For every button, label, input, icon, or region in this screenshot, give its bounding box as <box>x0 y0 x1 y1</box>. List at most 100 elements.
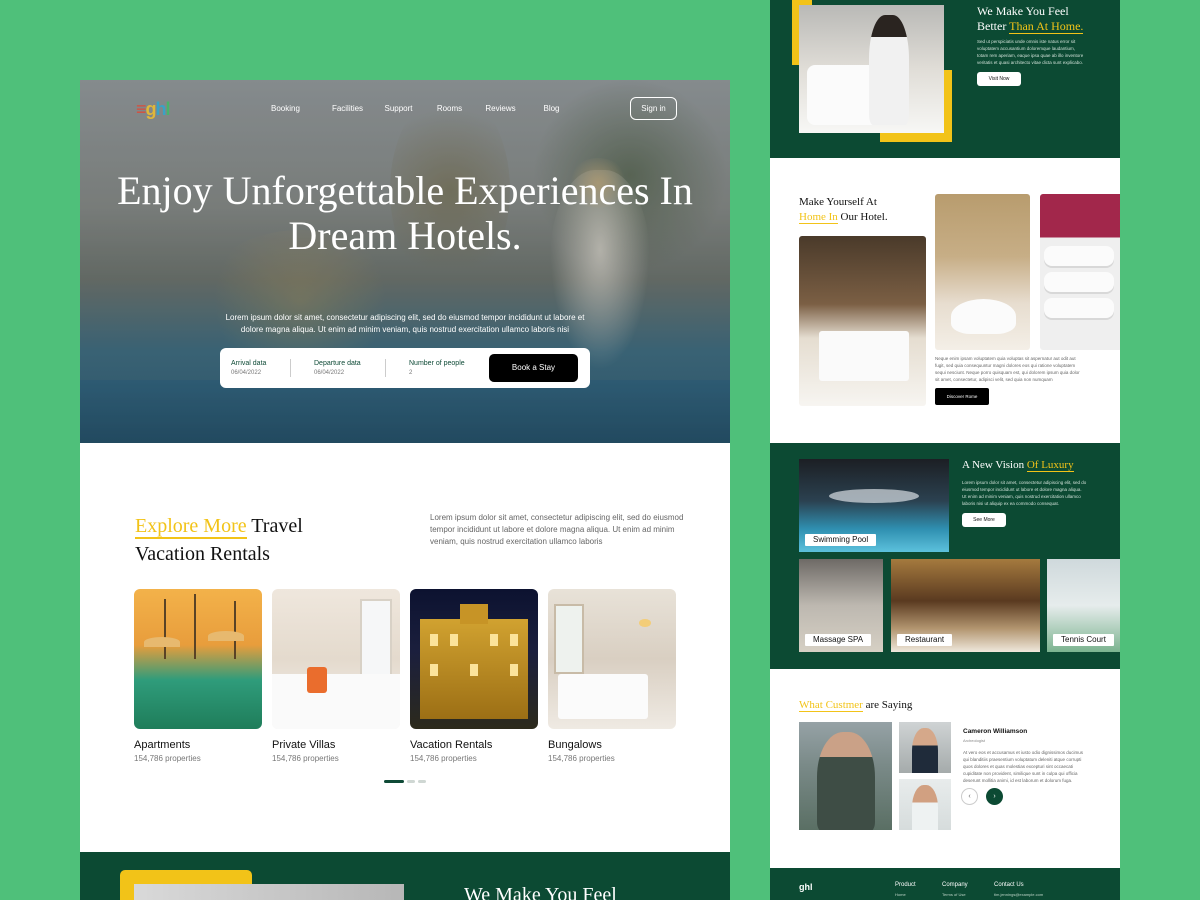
feel-home-title-preview: We Make You Feel <box>464 884 617 900</box>
property-card-vacation-rentals[interactable]: Vacation Rentals 154,786 properties <box>410 589 538 763</box>
property-card-private-villas[interactable]: Private Villas 154,786 properties <box>272 589 400 763</box>
make-home-description: Neque enim ipsam voluptatem quia volupta… <box>935 356 1080 382</box>
book-stay-button[interactable]: Book a Stay <box>489 354 578 382</box>
hero-section: ≡ghl Booking Facilities Support Rooms Re… <box>80 80 730 443</box>
nav-item-booking[interactable]: Booking <box>271 104 300 113</box>
departure-value: 06/04/2022 <box>314 370 345 376</box>
carousel-dot[interactable] <box>407 780 415 783</box>
make-home-title-line1: Make Yourself At <box>799 196 877 208</box>
carousel-dot[interactable] <box>418 780 426 783</box>
tile-swimming-pool[interactable]: Swimming Pool <box>799 459 949 552</box>
customer-role: Archeologist <box>963 738 986 743</box>
card-name: Private Villas <box>272 739 336 751</box>
maid <box>869 15 909 125</box>
towels-image <box>1040 194 1120 350</box>
feel-home-section: We Make You Feel Better Than At Home. Se… <box>770 0 1120 158</box>
people-value: 2 <box>409 370 413 376</box>
bathroom-image <box>935 194 1030 350</box>
sign-in-button[interactable]: Sign in <box>630 97 677 120</box>
vacation-rentals-image <box>410 589 538 729</box>
luxury-description: Lorem ipsum dolor sit amet, consectetur … <box>962 480 1087 506</box>
customer-avatar[interactable] <box>899 779 951 830</box>
prev-arrow-icon[interactable]: ‹ <box>961 788 978 805</box>
person <box>817 732 875 830</box>
window <box>554 604 584 674</box>
tile-label: Massage SPA <box>805 634 872 646</box>
explore-title: Explore More Travel Vacation Rentals <box>135 512 303 568</box>
window <box>490 634 498 646</box>
footer-link[interactable]: Terms of Use <box>942 892 966 897</box>
property-card-apartments[interactable]: Apartments 154,786 properties <box>134 589 262 763</box>
footer-link[interactable]: Home <box>895 892 906 897</box>
arrival-value: 06/04/2022 <box>231 370 262 376</box>
card-name: Vacation Rentals <box>410 739 493 751</box>
explore-title-highlight: Explore More <box>135 515 247 539</box>
see-more-button[interactable]: See More <box>962 513 1006 527</box>
tile-restaurant[interactable]: Restaurant <box>891 559 1040 652</box>
testimonial-title-rest: are Saying <box>862 699 913 711</box>
carousel-dot[interactable] <box>384 780 404 783</box>
explore-title-line2: Vacation Rentals <box>135 543 270 565</box>
bungalows-image <box>548 589 676 729</box>
people-field[interactable]: Number of people 2 <box>409 360 465 376</box>
footer-col-title: Product <box>895 882 916 888</box>
card-name: Bungalows <box>548 739 602 751</box>
luxury-section: Swimming Pool A New Vision Of Luxury Lor… <box>770 443 1120 669</box>
person <box>912 728 938 773</box>
feel-home-section-preview: We Make You Feel <box>80 852 730 900</box>
nav-item-rooms[interactable]: Rooms <box>424 104 475 113</box>
towel <box>1044 272 1114 292</box>
landing-page: ≡ghl Booking Facilities Support Rooms Re… <box>80 80 730 900</box>
feel-home-title: We Make You Feel Better Than At Home. <box>977 4 1084 34</box>
towel <box>1044 246 1114 266</box>
card-properties: 154,786 properties <box>134 754 201 763</box>
nav-item-support[interactable]: Support <box>373 104 424 113</box>
nav-item-reviews[interactable]: Reviews <box>475 104 526 113</box>
visit-now-button[interactable]: Visit Now <box>977 72 1021 86</box>
bathtub <box>951 299 1016 334</box>
nav-item-facilities[interactable]: Facilities <box>322 104 373 113</box>
hero-overlay <box>80 80 730 443</box>
main-nav: Booking Facilities Support Rooms Reviews… <box>271 104 577 113</box>
bed <box>272 674 400 729</box>
people-label: Number of people <box>409 360 465 367</box>
discover-button[interactable]: Discover Rome <box>935 388 989 405</box>
umbrella <box>144 637 180 647</box>
arrival-date-field[interactable]: Arrival data 06/04/2022 <box>231 360 266 376</box>
footer-link[interactable]: tim.jennings@example.com <box>994 892 1043 897</box>
tile-tennis-court[interactable]: Tennis Court <box>1047 559 1120 652</box>
carousel-dots <box>384 780 426 783</box>
window <box>470 664 478 676</box>
lamp <box>639 619 651 627</box>
make-home-section: Make Yourself At Home In Our Hotel. Nequ… <box>770 158 1120 443</box>
palm-trunk <box>194 594 196 659</box>
detail-page: We Make You Feel Better Than At Home. Se… <box>770 0 1120 900</box>
feel-home-image <box>134 884 404 900</box>
luxury-title-highlight: Of Luxury <box>1026 459 1074 472</box>
palm-trunk <box>234 601 236 659</box>
feel-home-description: Sed ut perspiciatis unde omnis iste natu… <box>977 39 1084 65</box>
window <box>430 664 438 676</box>
umbrella <box>208 631 244 641</box>
housekeeping-image <box>799 5 944 133</box>
footer-logo[interactable]: ghl <box>799 882 813 892</box>
customer-avatar[interactable] <box>899 722 951 773</box>
make-home-title-rest: Our Hotel. <box>837 211 888 223</box>
window <box>450 634 458 646</box>
swimmer <box>829 489 919 503</box>
person <box>912 785 938 830</box>
departure-date-field[interactable]: Departure data 06/04/2022 <box>314 360 361 376</box>
divider <box>385 359 386 377</box>
footer: ghl Product Home Company Terms of Use Co… <box>770 868 1120 900</box>
next-arrow-icon[interactable]: › <box>986 788 1003 805</box>
tile-label: Swimming Pool <box>805 534 877 546</box>
brand-logo[interactable]: ≡ghl <box>136 99 171 120</box>
card-properties: 154,786 properties <box>548 754 615 763</box>
feel-home-title-line1: We Make You Feel <box>977 4 1069 18</box>
property-card-bungalows[interactable]: Bungalows 154,786 properties <box>548 589 676 763</box>
luxury-title-pre: A New Vision <box>962 459 1027 471</box>
apartments-image <box>134 589 262 729</box>
tile-massage-spa[interactable]: Massage SPA <box>799 559 883 652</box>
nav-item-blog[interactable]: Blog <box>526 104 577 113</box>
window <box>430 634 438 646</box>
